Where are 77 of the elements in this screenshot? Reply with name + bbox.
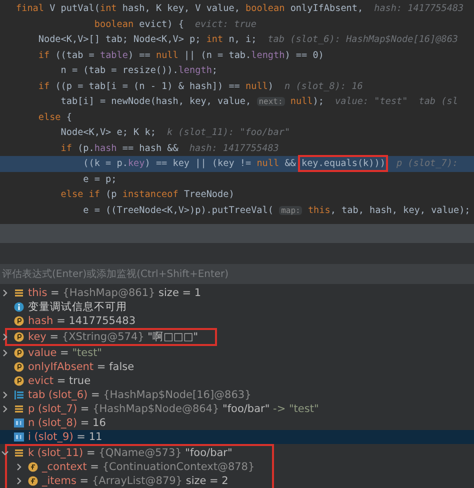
code-text: if (p.hash == hash && [60, 142, 178, 154]
code-text: if ((tab = table) == null || (n = tab.length) == 0) [37, 50, 324, 61]
list-icon [14, 288, 24, 298]
parameter-hint: next: [256, 97, 285, 106]
variable-text: _context = {ContinuationContext@878} [42, 461, 256, 473]
inline-value-hint: p (slot_7): [396, 158, 458, 170]
code-text: n = (tab = resize()).length; [60, 65, 218, 76]
inline-value-hint: tab (slot_6): HashMap$Node[16]@863 [268, 34, 458, 46]
chevron-icon[interactable] [0, 332, 10, 342]
code-text: this, tab, hash, key, value); [308, 204, 470, 216]
inline-value-hint: evict: true [194, 18, 257, 30]
variable-text: value = "test" [28, 347, 102, 359]
variable-text: evict = true [28, 375, 92, 387]
code-text: else { [37, 112, 72, 123]
variable-text: k (slot_11) = {QName@573} "foo/bar" [28, 447, 234, 459]
code-text: boolean evict) { [93, 18, 184, 30]
chevron-icon[interactable] [0, 404, 10, 414]
chevron-icon[interactable] [14, 462, 24, 472]
variable-text: p (slot_7) = {HashMap$Node@864} "foo/bar" -> "test" [28, 403, 319, 415]
parameter-hint: map: [279, 206, 302, 215]
variable-row[interactable]: tab (slot_6) = {HashMap$Node[16]@863} [0, 388, 474, 402]
info-icon [14, 302, 24, 312]
parameter-icon [14, 332, 24, 342]
variable-text: _items = {ArrayList@879} size = 2 [42, 475, 230, 487]
inline-value-hint: hash: 1417755483 [374, 3, 464, 14]
variable-row[interactable]: this = {HashMap@861} size = 1 [0, 286, 474, 300]
variable-text: this = {HashMap@861} size = 1 [28, 287, 202, 299]
variable-message: 变量调试信息不可用 [28, 300, 127, 314]
chevron-icon[interactable] [14, 476, 24, 486]
list-icon [14, 448, 24, 458]
number-icon [14, 432, 24, 442]
variable-row[interactable]: n (slot_8) = 16 [0, 416, 474, 430]
parameter-icon [14, 362, 24, 372]
code-text: final V putVal(int hash, K key, V value, boolean onlyIfAbsent, [16, 3, 364, 14]
parameter-icon [14, 376, 24, 386]
variable-row[interactable]: 变量调试信息不可用 [0, 300, 474, 314]
parameter-icon [14, 348, 24, 358]
inline-value-hint: k (slot_11): "foo/bar" [166, 127, 290, 138]
parameter-icon [14, 316, 24, 326]
chevron-icon[interactable] [0, 448, 10, 458]
variable-row[interactable]: value = "test" [0, 346, 474, 360]
code-text: tab[i] = newNode(hash, key, value, [60, 96, 252, 108]
variable-row[interactable]: i (slot_9) = 11 [0, 430, 474, 444]
inline-value-hint: tab (sl [418, 96, 458, 108]
variable-text: hash = 1417755483 [28, 315, 137, 327]
variable-row[interactable]: k (slot_11) = {QName@573} "foo/bar" [0, 446, 258, 460]
field-icon [28, 462, 38, 472]
code-text: e = p; [82, 174, 117, 185]
inline-value-hint: hash: 1417755483 [189, 142, 279, 154]
outlined-code: key.equals(k))) [301, 158, 386, 170]
code-text: ((k = p.key) == key || (key != null && [82, 158, 296, 170]
evaluate-field[interactable]: 评估表达式(Enter)或添加监视(Ctrl+Shift+Enter) [0, 264, 474, 284]
array-icon [14, 390, 24, 400]
inline-value-hint: value: "test" [334, 96, 408, 108]
variable-row[interactable]: _context = {ContinuationContext@878} [0, 460, 258, 474]
list-icon [14, 404, 24, 414]
field-icon [28, 476, 38, 486]
code-text: Node<K,V>[] tab; Node<K,V> p; int n, i; [37, 34, 257, 46]
variable-row[interactable]: onlyIfAbsent = false [0, 360, 474, 374]
variable-row[interactable]: _items = {ArrayList@879} size = 2 [0, 474, 258, 488]
variable-text: n (slot_8) = 16 [28, 417, 107, 429]
code-text: Node<K,V> e; K k; [60, 127, 156, 138]
chevron-icon[interactable] [0, 288, 10, 298]
code-text: if ((p = tab[i = (n - 1) & hash]) == null) [37, 80, 274, 92]
code-text: else if (p instanceof TreeNode) [60, 189, 234, 200]
variable-row[interactable]: p (slot_7) = {HashMap$Node@864} "foo/bar" -> "test" [0, 402, 474, 416]
variable-text: onlyIfAbsent = false [28, 361, 136, 373]
variable-row[interactable]: hash = 1417755483 [0, 314, 474, 328]
number-icon [14, 418, 24, 428]
code-text: null); [290, 96, 324, 108]
chevron-icon[interactable] [0, 348, 10, 358]
inline-value-hint: n (slot_8): 16 [284, 80, 363, 92]
variable-text: tab (slot_6) = {HashMap$Node[16]@863} [28, 389, 252, 401]
variable-text: i (slot_9) = 11 [28, 431, 104, 443]
chevron-icon[interactable] [0, 390, 10, 400]
code-text: e = ((TreeNode<K,V>)p).putTreeVal( [82, 204, 274, 216]
variable-row[interactable]: evict = true [0, 374, 474, 388]
